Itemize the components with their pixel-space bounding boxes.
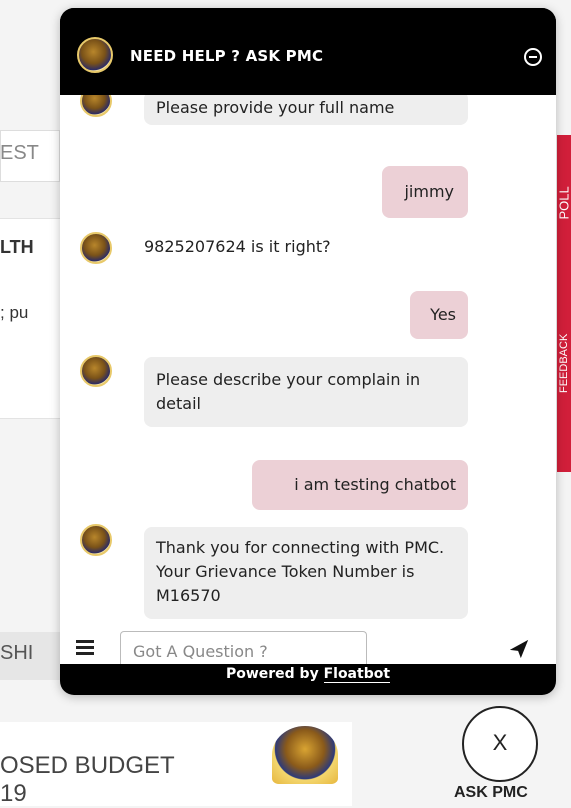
ask-pmc-label[interactable]: ASK PMC [454, 784, 528, 802]
chat-composer: Got A Question ? [60, 626, 556, 664]
floatbot-link[interactable]: Floatbot [324, 666, 390, 683]
user-message: i am testing chatbot [252, 460, 468, 510]
feedback-tab-label: FEEDBACK [558, 379, 570, 393]
poll-tab-label: POLL [557, 206, 571, 220]
powered-by-prefix: Powered by [226, 666, 319, 682]
chat-widget: NEED HELP ? ASK PMC Please provide your … [60, 8, 556, 695]
bot-message: Thank you for connecting with PMC. Your … [144, 527, 468, 619]
message-list[interactable]: Please provide your full name jimmy 9825… [60, 95, 556, 626]
chat-header: NEED HELP ? ASK PMC [60, 8, 556, 95]
bot-message: Please provide your full name [144, 95, 468, 125]
bot-avatar-icon [80, 232, 112, 264]
budget-card-year: 19 [0, 780, 27, 808]
bot-message: Please describe your complain in detail [144, 357, 468, 427]
background-text-pu: ; pu [0, 303, 28, 323]
user-message: jimmy [382, 166, 468, 218]
chat-title: NEED HELP ? ASK PMC [130, 47, 323, 65]
bot-avatar-icon [80, 95, 112, 117]
powered-by: Powered by Floatbot [60, 666, 556, 688]
bot-message: 9825207624 is it right? [144, 235, 444, 263]
poll-tab[interactable]: POLL [557, 135, 571, 330]
menu-icon[interactable] [76, 640, 94, 654]
pmc-logo-icon [77, 37, 113, 73]
background-divider [0, 418, 60, 419]
feedback-tab[interactable]: FEEDBACK [557, 330, 571, 472]
close-chat-button[interactable]: X [462, 706, 538, 782]
bot-avatar-icon [80, 524, 112, 556]
question-input[interactable]: Got A Question ? [120, 631, 367, 664]
user-message: Yes [410, 291, 468, 339]
send-icon[interactable] [508, 638, 530, 660]
bot-avatar-icon [80, 355, 112, 387]
pmc-logo-icon [272, 726, 338, 784]
minimize-icon[interactable] [524, 48, 542, 66]
close-icon: X [493, 730, 508, 755]
background-divider [0, 218, 60, 219]
background-text-shi: SHI [0, 642, 33, 665]
background-heading-lth: LTH [0, 237, 34, 258]
background-text-rest: EST [0, 142, 39, 165]
budget-card-title: OSED BUDGET [0, 752, 175, 780]
